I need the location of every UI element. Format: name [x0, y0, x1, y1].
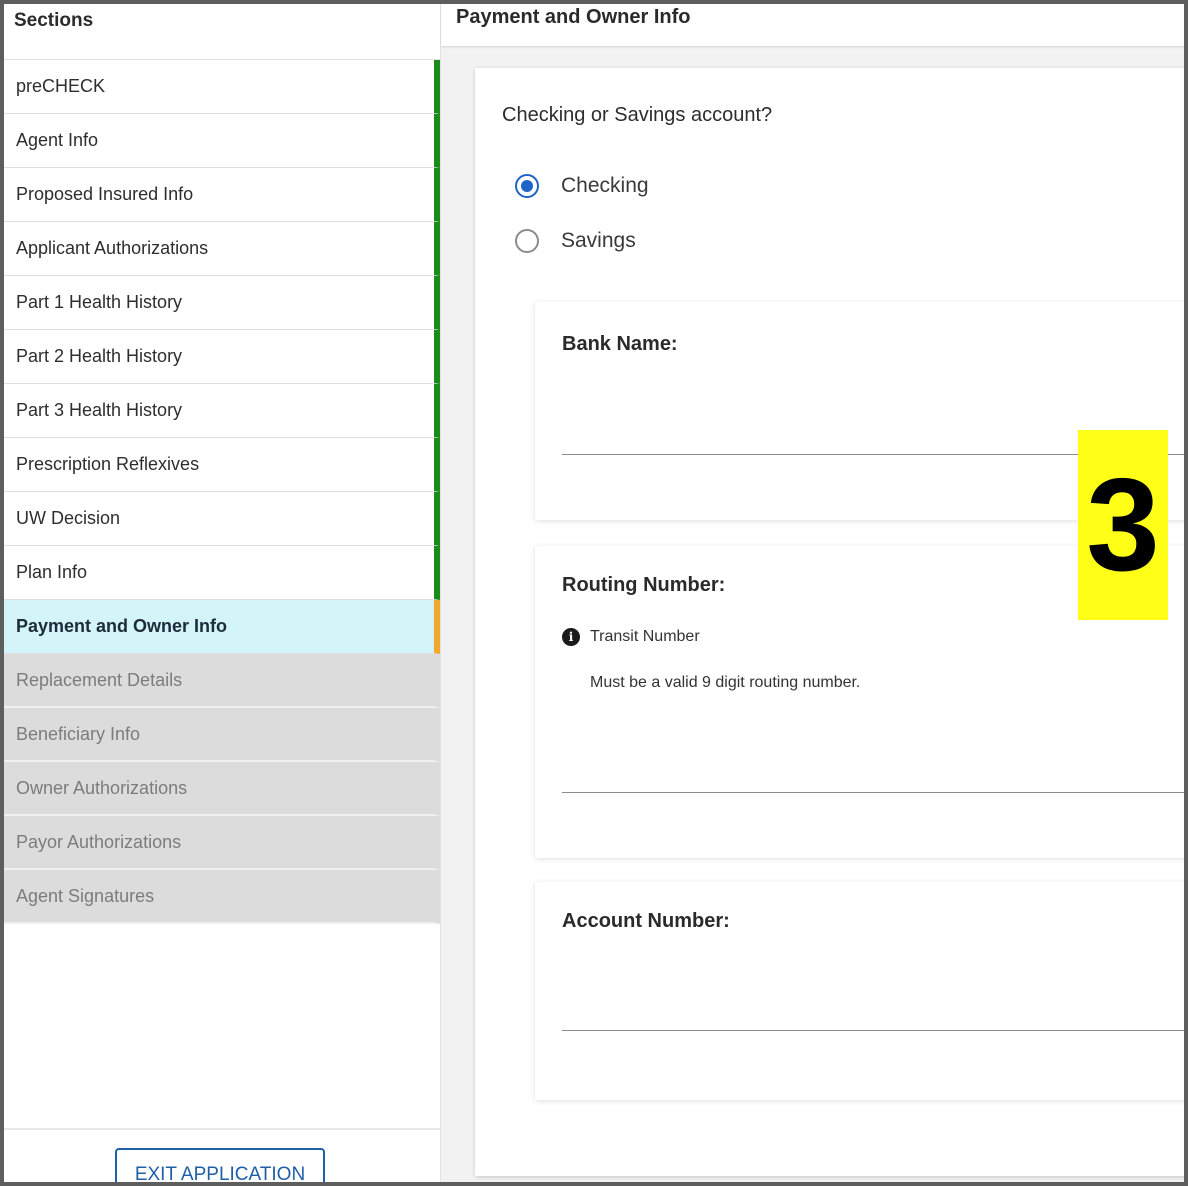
- transit-number-label: Transit Number: [590, 628, 700, 645]
- sidebar-item-payor-authorizations: Payor Authorizations: [4, 816, 440, 870]
- sidebar-item-agent-info[interactable]: Agent Info: [4, 114, 440, 168]
- sidebar-header: Sections: [4, 4, 440, 60]
- step-number-badge: 3: [1078, 430, 1168, 620]
- page-header: Payment and Owner Info: [441, 4, 1184, 46]
- main-panel: Payment and Owner Info Checking or Savin…: [441, 4, 1184, 1182]
- payment-form-card: Checking or Savings account? Checking Sa…: [475, 68, 1184, 1176]
- sidebar-item-prescription-reflexives[interactable]: Prescription Reflexives: [4, 438, 440, 492]
- routing-number-label: Routing Number:: [562, 574, 726, 596]
- sections-list: preCHECK Agent Info Proposed Insured Info A…: [4, 60, 440, 924]
- sidebar-item-uw-decision[interactable]: UW Decision: [4, 492, 440, 546]
- sections-sidebar: Sections preCHECK Agent Info Proposed Insu…: [4, 4, 441, 1182]
- sidebar-item-plan-info[interactable]: Plan Info: [4, 546, 440, 600]
- bank-name-label: Bank Name:: [562, 333, 678, 355]
- sidebar-item-beneficiary-info: Beneficiary Info: [4, 708, 440, 762]
- radio-savings-label: Savings: [561, 229, 636, 252]
- routing-number-hint: Must be a valid 9 digit routing number.: [590, 674, 861, 691]
- page-title: Payment and Owner Info: [456, 6, 691, 28]
- sidebar-footer: EXIT APPLICATION: [4, 1128, 440, 1182]
- account-number-card: Account Number:: [535, 882, 1184, 1100]
- radio-dot: [521, 180, 533, 192]
- sidebar-item-proposed-insured-info[interactable]: Proposed Insured Info: [4, 168, 440, 222]
- app-frame: Sections preCHECK Agent Info Proposed Insu…: [0, 0, 1188, 1186]
- sidebar-item-precheck[interactable]: preCHECK: [4, 60, 440, 114]
- transit-number-info: i Transit Number: [562, 628, 700, 646]
- radio-button-checked[interactable]: [515, 174, 539, 198]
- sidebar-item-part-2-health-history[interactable]: Part 2 Health History: [4, 330, 440, 384]
- exit-application-button[interactable]: EXIT APPLICATION: [115, 1148, 325, 1182]
- sidebar-item-payment-and-owner-info[interactable]: Payment and Owner Info: [4, 600, 440, 654]
- routing-number-input[interactable]: [562, 764, 1184, 793]
- radio-checking-label: Checking: [561, 174, 649, 197]
- sidebar-item-part-1-health-history[interactable]: Part 1 Health History: [4, 276, 440, 330]
- account-number-label: Account Number:: [562, 910, 730, 932]
- radio-button-unchecked[interactable]: [515, 229, 539, 253]
- sidebar-item-applicant-authorizations[interactable]: Applicant Authorizations: [4, 222, 440, 276]
- account-number-input[interactable]: [562, 1002, 1184, 1031]
- radio-checking[interactable]: Checking: [515, 174, 649, 198]
- sidebar-item-agent-signatures: Agent Signatures: [4, 870, 440, 924]
- info-icon[interactable]: i: [562, 628, 580, 646]
- sidebar-item-owner-authorizations: Owner Authorizations: [4, 762, 440, 816]
- radio-savings[interactable]: Savings: [515, 229, 636, 253]
- account-type-question: Checking or Savings account?: [502, 104, 773, 126]
- sidebar-item-replacement-details: Replacement Details: [4, 654, 440, 708]
- sidebar-item-part-3-health-history[interactable]: Part 3 Health History: [4, 384, 440, 438]
